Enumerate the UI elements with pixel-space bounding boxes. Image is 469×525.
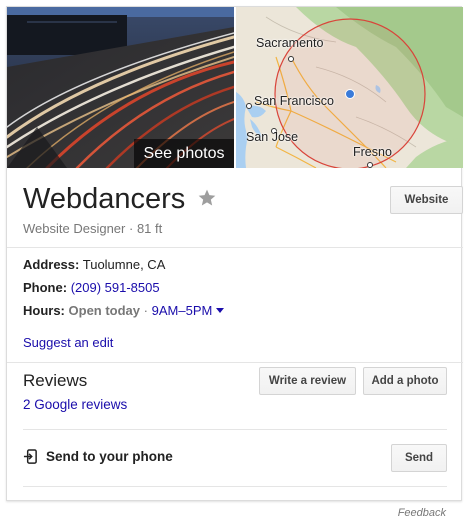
star-icon[interactable] [197, 188, 217, 208]
address-label: Address: [23, 257, 80, 272]
feedback-link[interactable]: Feedback [398, 507, 446, 519]
subtitle-separator: · [125, 221, 137, 236]
media-strip: See photos Sacramento San Francisco San … [7, 7, 463, 168]
divider [23, 429, 447, 430]
business-category: Website Designer [23, 221, 126, 236]
send-to-phone-icon [23, 449, 37, 464]
suggest-edit-link[interactable]: Suggest an edit [23, 335, 113, 350]
phone-label: Phone: [23, 280, 68, 295]
map-label-san-francisco: San Francisco [254, 94, 334, 108]
hours-label: Hours: [23, 303, 65, 318]
address-value: Tuolumne, CA [82, 257, 166, 272]
knowledge-panel: See photos Sacramento San Francisco San … [6, 6, 463, 501]
divider [23, 486, 447, 487]
hours-row: Hours: Open today · 9AM–5PM [23, 303, 225, 318]
map-label-san-jose: San Jose [246, 130, 299, 144]
website-button[interactable]: Website [390, 186, 463, 214]
map-label-fresno: Fresno [353, 145, 392, 159]
chevron-down-icon[interactable] [216, 308, 225, 313]
send-button[interactable]: Send [391, 444, 447, 472]
map-label-sacramento: Sacramento [256, 36, 324, 50]
phone-row: Phone: (209) 591-8505 [23, 280, 160, 295]
hours-separator: · [143, 303, 148, 318]
divider [7, 362, 463, 363]
business-name: Webdancers [23, 183, 186, 215]
google-reviews-link[interactable]: 2 Google reviews [23, 397, 127, 412]
phone-link[interactable]: (209) 591-8505 [71, 280, 160, 295]
hours-status: Open today [68, 303, 141, 318]
add-photo-button[interactable]: Add a photo [363, 367, 447, 395]
business-distance: 81 ft [136, 221, 163, 236]
see-photos-button[interactable]: See photos [134, 139, 234, 168]
send-to-phone-label: Send to your phone [46, 449, 173, 464]
write-review-button[interactable]: Write a review [259, 367, 356, 395]
send-to-phone-row: Send to your phone [23, 449, 173, 464]
hours-value[interactable]: 9AM–5PM [152, 303, 213, 318]
address-row: Address: Tuolumne, CA [23, 257, 165, 272]
business-subtitle: Website Designer · 81 ft [23, 221, 162, 236]
location-map[interactable]: Sacramento San Francisco San Jose Fresno [236, 7, 463, 168]
reviews-heading: Reviews [23, 371, 88, 390]
business-photo[interactable]: See photos [7, 7, 234, 168]
divider [7, 247, 463, 248]
